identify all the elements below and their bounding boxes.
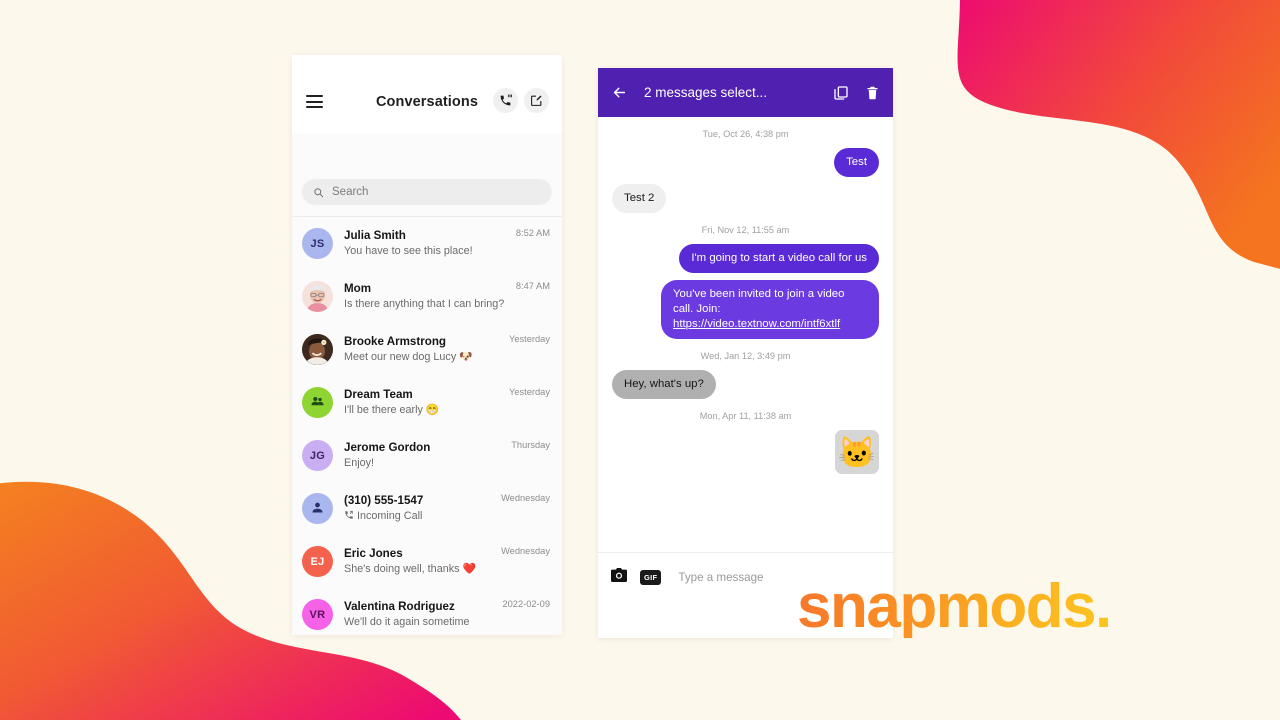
avatar: EJ	[302, 546, 333, 577]
conversation-snippet-text: Enjoy!	[344, 457, 375, 469]
screenshot-root: Conversations Search JS Julia Smith You …	[0, 0, 1280, 720]
avatar: JG	[302, 440, 333, 471]
copy-button[interactable]	[833, 85, 849, 101]
conversation-timestamp: Yesterday	[508, 387, 550, 397]
date-separator: Tue, Oct 26, 4:38 pm	[702, 129, 789, 139]
conversation-timestamp: 8:52 AM	[515, 228, 550, 238]
avatar-photo	[302, 334, 333, 365]
conversation-timestamp: 2022-02-09	[502, 599, 550, 609]
conversation-snippet: You have to see this place!	[344, 244, 546, 259]
conversation-list-item[interactable]: VR Valentina Rodriguez We'll do it again s…	[292, 588, 562, 635]
message-thread[interactable]: Tue, Oct 26, 4:38 pm Test Test 2 Fri, Nov 1…	[598, 129, 893, 601]
conversation-snippet: We'll do it again sometime	[344, 615, 546, 630]
conversation-timestamp: 8:47 AM	[515, 281, 550, 291]
message-bubble[interactable]: Test 2	[612, 184, 667, 213]
person-icon	[310, 500, 325, 518]
message-row: Hey, what's up?	[612, 370, 879, 399]
conversation-list-item[interactable]: Dream Team I'll be there early 😁 Yesterday	[292, 376, 562, 429]
message-row: I'm going to start a video call for us	[612, 244, 879, 273]
incoming-call-icon	[344, 509, 354, 524]
avatar: JS	[302, 228, 333, 259]
message-bubble-selected[interactable]: You've been invited to join a video call…	[661, 280, 879, 339]
conversation-timestamp: Thursday	[511, 440, 550, 450]
avatar	[302, 493, 333, 524]
camera-button[interactable]	[611, 567, 627, 587]
message-text: Hey, what's up?	[624, 378, 704, 390]
message-composer: GIF Type a message	[598, 552, 893, 601]
avatar-initials: JS	[310, 237, 325, 250]
avatar	[302, 281, 333, 312]
conversation-list[interactable]: JS Julia Smith You have to see this place!…	[292, 217, 562, 635]
avatar: VR	[302, 599, 333, 630]
date-separator: Wed, Jan 12, 3:49 pm	[700, 351, 791, 361]
conversation-timestamp: Wednesday	[501, 546, 550, 556]
message-bubble-selected[interactable]: Hey, what's up?	[612, 370, 716, 399]
conversation-timestamp: Wednesday	[501, 493, 550, 503]
compose-icon	[531, 95, 542, 106]
avatar-initials: EJ	[310, 555, 325, 568]
conversation-snippet: Enjoy!	[344, 456, 546, 471]
video-call-link[interactable]: https://video.textnow.com/intf6xtlf	[673, 318, 840, 330]
message-input[interactable]: Type a message	[678, 571, 763, 584]
conversation-list-item[interactable]: Mom Is there anything that I can bring? 8:…	[292, 270, 562, 323]
delete-button[interactable]	[865, 85, 880, 101]
selection-title: 2 messages select...	[644, 85, 768, 100]
date-separator: Mon, Apr 11, 11:38 am	[699, 411, 792, 421]
message-row: Test 2	[612, 184, 879, 213]
conversation-snippet: Meet our new dog Lucy 🐶	[344, 350, 546, 365]
conversation-list-item[interactable]: EJ Eric Jones She's doing well, thanks ❤️ W…	[292, 535, 562, 588]
camera-icon	[611, 567, 627, 582]
search-placeholder: Search	[332, 186, 369, 198]
chat-panel: 2 messages select... Tue, Oct 26, 4:38 p…	[598, 68, 893, 638]
message-row: Test	[612, 148, 879, 177]
page-title: Conversations	[375, 94, 479, 110]
conversation-snippet: Is there anything that I can bring?	[344, 297, 546, 312]
conversations-header: Conversations	[292, 55, 562, 133]
decorative-blob-top-right	[957, 0, 1280, 269]
search-input[interactable]: Search	[302, 179, 552, 205]
conversations-panel: Conversations Search JS Julia Smith You …	[292, 55, 562, 635]
message-row: You've been invited to join a video call…	[612, 280, 879, 339]
trash-icon	[867, 86, 878, 99]
compose-message-button[interactable]	[524, 88, 549, 113]
message-text: Test	[846, 156, 867, 168]
conversation-snippet: I'll be there early 😁	[344, 403, 546, 418]
avatar	[302, 387, 333, 418]
conversation-list-item[interactable]: JS Julia Smith You have to see this place!…	[292, 217, 562, 270]
avatar	[302, 334, 333, 365]
conversation-list-item[interactable]: JG Jerome Gordon Enjoy! Thursday	[292, 429, 562, 482]
gif-button[interactable]: GIF	[640, 569, 662, 585]
avatar-initials: VR	[309, 608, 326, 621]
search-icon	[314, 187, 324, 197]
avatar-initials: JG	[309, 449, 326, 462]
back-button[interactable]	[611, 84, 628, 101]
sticker-message[interactable]: 🐱	[835, 430, 879, 474]
date-separator: Fri, Nov 12, 11:55 am	[701, 225, 790, 235]
conversation-snippet-text: Meet our new dog Lucy 🐶	[344, 351, 473, 363]
group-icon	[310, 394, 325, 412]
message-row: 🐱	[612, 430, 879, 474]
conversation-snippet-text: She's doing well, thanks ❤️	[344, 563, 476, 575]
conversation-list-item[interactable]: (310) 555-1547 Incoming Call Wednesday	[292, 482, 562, 535]
phone-dialpad-icon	[500, 94, 512, 106]
conversation-snippet-text: I'll be there early 😁	[344, 404, 440, 416]
message-bubble[interactable]: I'm going to start a video call for us	[679, 244, 879, 273]
conversation-snippet-text: Is there anything that I can bring?	[344, 298, 505, 310]
phone-dialpad-button[interactable]	[493, 88, 518, 113]
back-arrow-icon	[613, 87, 626, 98]
conversation-snippet-text: Incoming Call	[357, 510, 423, 522]
chat-selection-header: 2 messages select...	[598, 68, 893, 117]
conversation-snippet-text: You have to see this place!	[344, 245, 473, 257]
conversation-snippet-text: We'll do it again sometime	[344, 616, 470, 628]
conversation-snippet: Incoming Call	[344, 509, 546, 524]
message-text: You've been invited to join a video call…	[673, 288, 845, 315]
conversation-timestamp: Yesterday	[508, 334, 550, 344]
copy-icon	[834, 85, 848, 100]
avatar-photo	[302, 281, 333, 312]
message-text: I'm going to start a video call for us	[691, 252, 867, 264]
message-bubble[interactable]: Test	[834, 148, 879, 177]
conversation-snippet: She's doing well, thanks ❤️	[344, 562, 546, 577]
conversation-list-item[interactable]: Brooke Armstrong Meet our new dog Lucy 🐶 Y…	[292, 323, 562, 376]
message-text: Test 2	[624, 192, 655, 204]
